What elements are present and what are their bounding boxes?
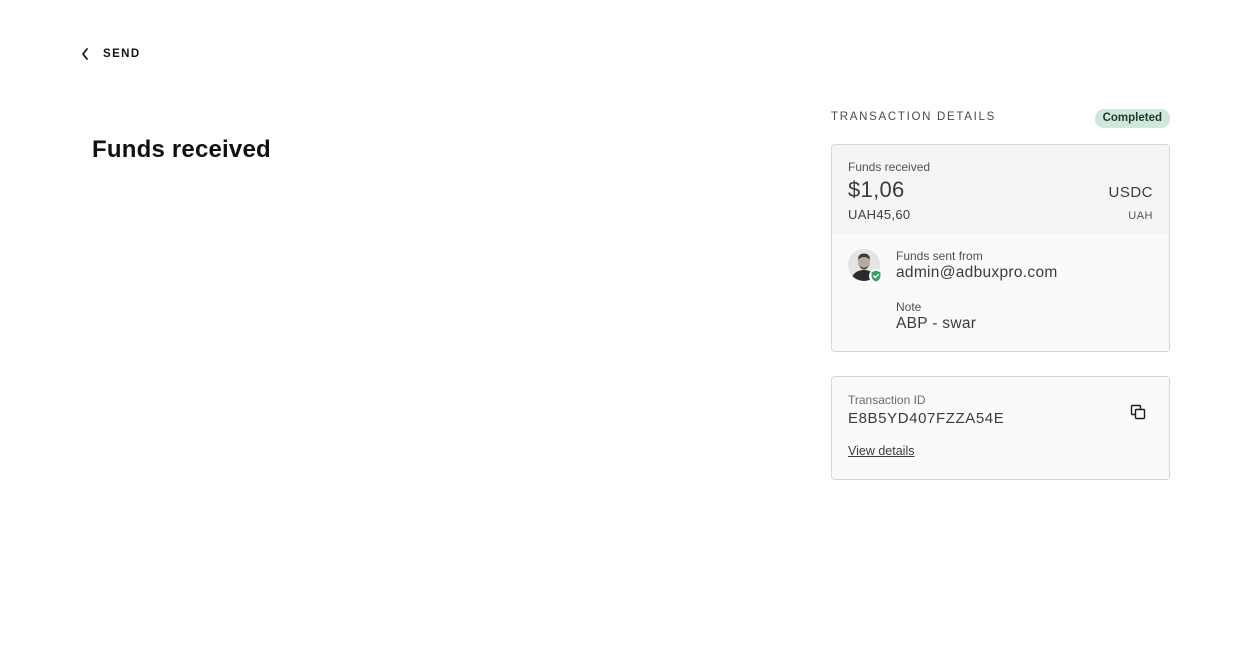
amount-row: $1,06 USDC bbox=[848, 177, 1153, 203]
local-currency: UAH bbox=[1128, 210, 1153, 222]
shield-check-icon bbox=[869, 269, 883, 283]
view-details-link[interactable]: View details bbox=[848, 444, 914, 458]
status-badge: Completed bbox=[1094, 108, 1170, 128]
note-value: ABP - swar bbox=[896, 315, 977, 332]
avatar bbox=[848, 249, 883, 283]
copy-icon[interactable] bbox=[1129, 403, 1147, 421]
amount-value: $1,06 bbox=[848, 177, 905, 202]
page: SEND Funds received TRANSACTION DETAILS … bbox=[0, 0, 1245, 655]
chevron-left-icon bbox=[80, 47, 90, 61]
note-label: Note bbox=[896, 300, 922, 314]
local-amount-value: UAH45,60 bbox=[848, 207, 911, 222]
amount-currency: USDC bbox=[1108, 184, 1153, 201]
back-label: SEND bbox=[103, 48, 141, 60]
sender-info: Funds sent from admin@adbuxpro.com bbox=[896, 249, 1058, 282]
sender-section: Funds sent from admin@adbuxpro.com Note … bbox=[832, 234, 1169, 351]
note-block: Note ABP - swar bbox=[896, 300, 1153, 333]
back-button[interactable]: SEND bbox=[80, 47, 141, 61]
sender-email: admin@adbuxpro.com bbox=[896, 264, 1058, 281]
transaction-details-panel: TRANSACTION DETAILS Completed Funds rece… bbox=[831, 108, 1170, 480]
amount-section: Funds received $1,06 USDC UAH45,60 UAH bbox=[832, 145, 1169, 234]
details-heading: TRANSACTION DETAILS bbox=[831, 111, 996, 123]
details-header: TRANSACTION DETAILS Completed bbox=[831, 108, 1170, 128]
amount-card: Funds received $1,06 USDC UAH45,60 UAH F… bbox=[831, 144, 1170, 352]
sender-row: Funds sent from admin@adbuxpro.com bbox=[848, 249, 1153, 283]
page-title: Funds received bbox=[92, 136, 271, 163]
transaction-id-card: Transaction ID E8B5YD407FZZA54E View det… bbox=[831, 376, 1170, 480]
sender-label: Funds sent from bbox=[896, 249, 983, 263]
amount-label: Funds received bbox=[848, 160, 931, 174]
local-amount-row: UAH45,60 UAH bbox=[848, 207, 1153, 222]
transaction-id-value: E8B5YD407FZZA54E bbox=[848, 410, 1005, 427]
transaction-id-label: Transaction ID bbox=[848, 393, 926, 407]
